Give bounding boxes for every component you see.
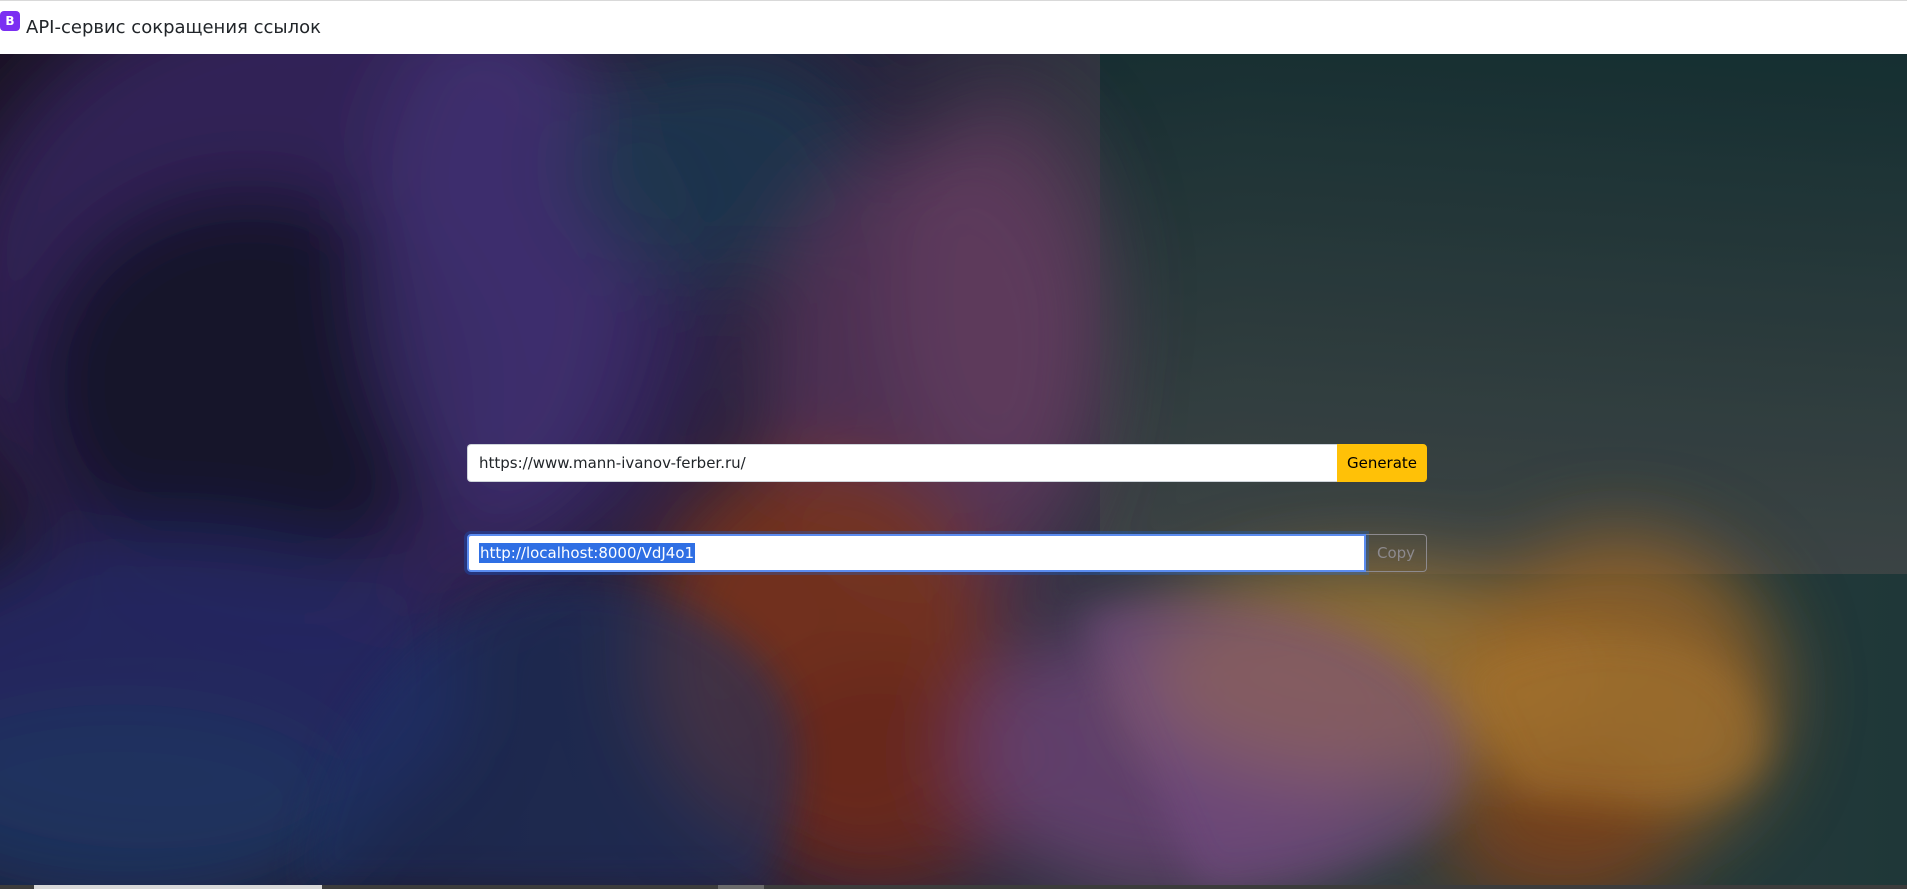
long-url-input[interactable] — [467, 444, 1337, 482]
page-title: API-сервис сокращения ссылок — [26, 16, 321, 38]
short-url-field[interactable]: http://localhost:8000/VdJ4o1 — [467, 534, 1366, 572]
navbar: B API-сервис сокращения ссылок — [0, 0, 1907, 54]
copy-button[interactable]: Copy — [1366, 534, 1427, 572]
bootstrap-logo-icon: B — [0, 10, 20, 31]
short-url-text[interactable]: http://localhost:8000/VdJ4o1 — [479, 543, 696, 563]
shorten-form: Generate — [467, 444, 1427, 482]
page: B API-сервис сокращения ссылок https://w… — [0, 0, 1907, 889]
result-form: http://localhost:8000/VdJ4o1 Copy — [467, 534, 1427, 572]
scrollbar-thumb[interactable] — [34, 885, 322, 889]
scrollbar-marker — [718, 885, 764, 889]
brand-link[interactable]: B API-сервис сокращения ссылок — [0, 1, 321, 54]
generate-button[interactable]: Generate — [1337, 444, 1427, 482]
bottom-scrollbar[interactable] — [0, 885, 1907, 889]
